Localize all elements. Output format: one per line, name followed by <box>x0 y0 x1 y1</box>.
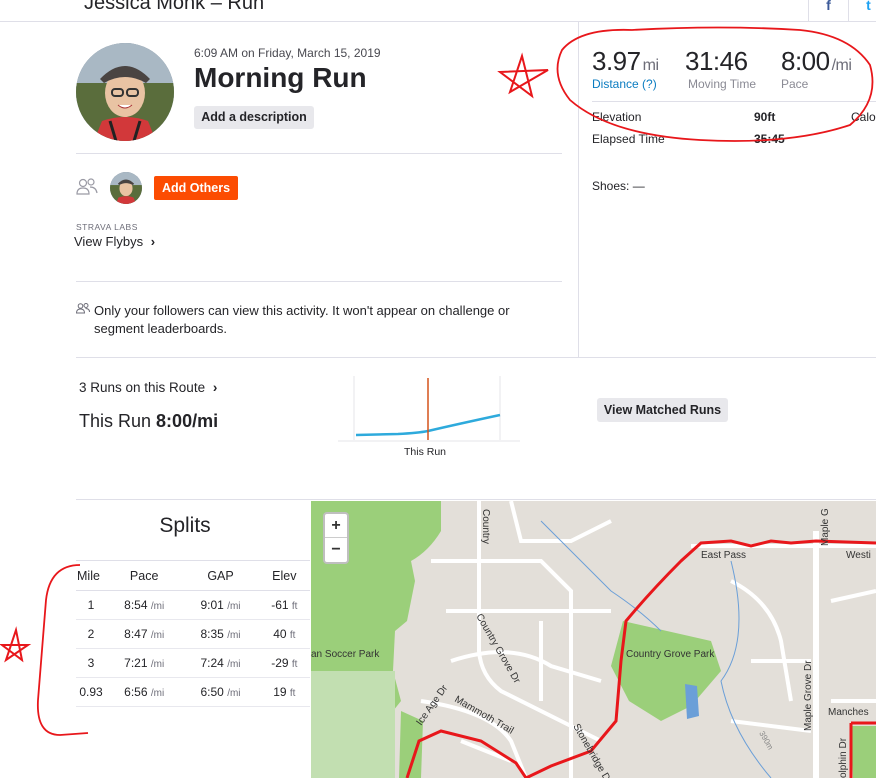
activity-time: 6:09 AM on Friday, March 15, 2019 <box>194 46 381 60</box>
privacy-notice: Only your followers can view this activi… <box>94 303 510 336</box>
map-label-east-pass: East Pass <box>701 550 746 561</box>
stream <box>540 520 662 632</box>
column-divider <box>578 22 579 357</box>
map-label-mammoth-trail: Mammoth Trail <box>453 694 516 737</box>
column-header-pace: Pace <box>106 560 183 591</box>
splits-title: Splits <box>159 514 211 537</box>
split-mile: 1 <box>76 590 106 620</box>
column-header-mile: Mile <box>76 560 106 591</box>
divider <box>76 281 562 282</box>
divider <box>76 499 876 500</box>
chevron-right-icon: › <box>150 234 156 249</box>
split-elev: -61 ft <box>258 590 310 620</box>
divider <box>76 153 562 154</box>
splits-table: Mile Pace GAP Elev 1 8:54 /mi 9:01 /mi -… <box>76 560 310 707</box>
moving-time-label: Moving Time <box>688 77 757 91</box>
chevron-right-icon: › <box>212 380 218 395</box>
split-pace: 7:21 /mi <box>106 648 183 678</box>
pond <box>685 684 699 719</box>
strava-labs-label: STRAVA LABS <box>76 222 138 232</box>
view-matched-runs-button[interactable]: View Matched Runs <box>597 398 728 422</box>
group-icon <box>76 178 98 196</box>
moving-time-value: 31:46 <box>685 46 748 76</box>
elapsed-time-label: Elapsed Time <box>592 132 665 146</box>
divider <box>592 101 876 102</box>
activity-title: Morning Run <box>194 62 367 93</box>
distance-value: 3.97 mi <box>592 46 659 76</box>
pace-value: 8:00/mi <box>781 46 852 76</box>
annotation-star-icon <box>497 52 549 99</box>
elevation-value: 90ft <box>754 110 776 124</box>
stream <box>720 560 772 778</box>
split-row: 0.93 6:56 /mi 6:50 /mi 19 ft <box>76 677 310 707</box>
split-pace: 8:47 /mi <box>106 619 183 649</box>
map-zoom-control: + − <box>323 512 349 564</box>
runs-on-route-label: 3 Runs on this Route <box>79 380 206 395</box>
twitter-share-button[interactable]: t <box>848 0 876 22</box>
split-gap: 6:50 /mi <box>182 677 259 707</box>
calories-label: Calor <box>851 110 876 124</box>
route-comparison-chart <box>338 376 520 442</box>
split-mile: 2 <box>76 619 106 649</box>
elapsed-time-value: 35:45 <box>754 132 785 146</box>
split-pace: 6:56 /mi <box>106 677 183 707</box>
split-gap: 9:01 /mi <box>182 590 259 620</box>
twitter-icon: t <box>866 0 871 13</box>
soccer-park-area <box>311 671 395 778</box>
split-row: 3 7:21 /mi 7:24 /mi -29 ft <box>76 648 310 678</box>
map-label-country: Country <box>480 509 491 544</box>
map-label-westi: Westi <box>846 550 871 561</box>
facebook-icon: f <box>826 0 831 13</box>
map-label-country-grove-park: Country Grove Park <box>626 649 715 660</box>
add-description-button[interactable]: Add a description <box>194 106 314 129</box>
map-label-manches: Manches <box>828 707 869 718</box>
elevation-label: Elevation <box>592 110 642 124</box>
split-row: 2 8:47 /mi 8:35 /mi 40 ft <box>76 619 310 649</box>
map-label-dolphin-dr: olphin Dr <box>838 737 849 778</box>
athlete-avatar[interactable] <box>76 43 174 141</box>
facebook-share-button[interactable]: f <box>808 0 848 22</box>
map-label-maple-grove-dr: Maple Grove Dr <box>803 660 814 731</box>
annotation-star-icon <box>0 626 32 663</box>
followers-icon <box>75 302 90 316</box>
runs-on-route-link[interactable]: 3 Runs on this Route › <box>79 380 217 395</box>
shoes-label: Shoes: — <box>592 179 645 193</box>
map-label-contour: 390m <box>757 730 775 752</box>
divider <box>76 357 876 358</box>
view-flybys-link[interactable]: View Flybys › <box>74 234 155 249</box>
split-mile: 3 <box>76 648 106 678</box>
add-others-button[interactable]: Add Others <box>154 176 238 200</box>
zoom-in-button[interactable]: + <box>325 514 347 538</box>
pace-label: Pace <box>781 77 809 91</box>
split-elev: 19 ft <box>258 677 310 707</box>
view-flybys-label: View Flybys <box>74 234 144 249</box>
split-elev: -29 ft <box>258 648 310 678</box>
park-area <box>851 726 876 778</box>
chart-label: This Run <box>404 446 447 458</box>
column-header-gap: GAP <box>182 560 259 591</box>
map-label-maple-g: Maple G <box>820 508 831 546</box>
split-pace: 8:54 /mi <box>106 590 183 620</box>
split-row: 1 8:54 /mi 9:01 /mi -61 ft <box>76 590 310 620</box>
participant-avatar[interactable] <box>110 172 142 204</box>
route-map[interactable]: an Soccer Park Country Grove Park East P… <box>311 501 876 778</box>
split-gap: 7:24 /mi <box>182 648 259 678</box>
map-label-soccer-park: an Soccer Park <box>311 649 380 660</box>
country-grove-park-area <box>611 621 721 721</box>
zoom-out-button[interactable]: − <box>325 538 347 562</box>
distance-label-link[interactable]: Distance (?) <box>592 77 657 91</box>
this-run-pace: This Run 8:00/mi <box>79 411 219 431</box>
split-elev: 40 ft <box>258 619 310 649</box>
splits-header-row: Mile Pace GAP Elev <box>76 560 310 591</box>
split-gap: 8:35 /mi <box>182 619 259 649</box>
activity-header-title: Jessica Monk – Run <box>84 0 265 14</box>
column-header-elev: Elev <box>258 560 310 591</box>
split-mile: 0.93 <box>76 677 106 707</box>
